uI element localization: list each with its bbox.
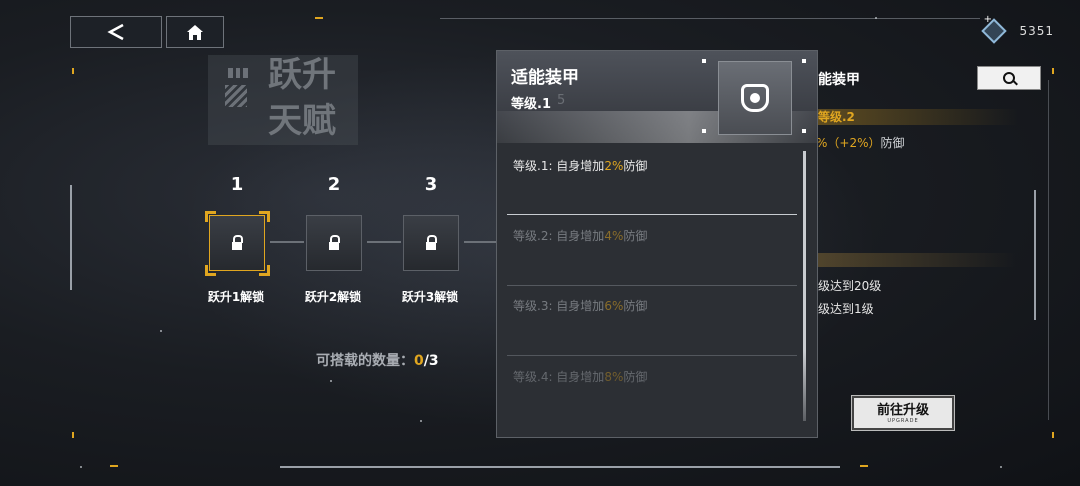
- frame-mark: [315, 17, 323, 19]
- detail-bonus: %（+2%）: [816, 136, 881, 150]
- frame-right-vert: [1048, 80, 1049, 420]
- detail-stat: 防御: [880, 136, 905, 150]
- frame-dot: [702, 129, 706, 133]
- level-row: 等级.3: 自身增加6%防御: [513, 297, 647, 314]
- detail-level: 等级.2: [816, 109, 1018, 125]
- frame-mark: [1052, 432, 1054, 438]
- frame-dot: [875, 17, 877, 19]
- plus-icon[interactable]: +: [984, 14, 992, 25]
- upgrade-sublabel: UPGRADE: [887, 417, 919, 424]
- title-bars-decoration: [228, 68, 249, 78]
- frame-dot: [80, 466, 82, 468]
- slot-label: 跃升3解锁: [401, 290, 459, 304]
- talent-name: 适能装甲: [511, 68, 579, 88]
- level-list[interactable]: 等级.1: 自身增加2%防御 等级.2: 自身增加4%防御 等级.3: 自身增加…: [497, 143, 817, 437]
- slot-connector: [464, 241, 496, 243]
- selection-corner: [205, 265, 216, 276]
- star-dot: [330, 380, 332, 382]
- currency-value: 5351: [1019, 24, 1054, 38]
- lock-icon: [232, 235, 243, 250]
- level-row: 等级.1: 自身增加2%防御: [513, 157, 647, 174]
- page-title-line2: 天赋: [268, 101, 336, 141]
- level-row-value: 4%: [604, 229, 624, 243]
- slot-connector: [367, 241, 401, 243]
- condition-1: 级达到20级: [818, 279, 882, 293]
- level-row-text: 等级.1: 自身增加: [513, 159, 605, 173]
- talent-slot-1[interactable]: [209, 215, 265, 271]
- currency-display: 5351: [981, 18, 1054, 44]
- selection-corner: [259, 211, 270, 222]
- magnifier-icon: [1003, 72, 1015, 84]
- row-separator: [507, 214, 797, 215]
- level-row-text: 等级.3: 自身增加: [513, 299, 605, 313]
- frame-mark: [110, 465, 118, 467]
- upgrade-button[interactable]: 前往升级 UPGRADE: [851, 395, 955, 431]
- talent-slot-3[interactable]: [403, 215, 459, 271]
- star-dot: [420, 420, 422, 422]
- detail-title: 能装甲: [818, 72, 860, 88]
- slot-number: 3: [424, 174, 438, 195]
- level-row: 等级.4: 自身增加8%防御: [513, 368, 647, 385]
- level-row-stat: 防御: [623, 370, 648, 384]
- chevron-left-icon: [107, 23, 124, 41]
- detail-description: %（+2%）防御: [816, 134, 905, 151]
- capacity-label: 可搭载的数量：: [316, 353, 414, 369]
- row-separator: [507, 355, 797, 356]
- capacity-current: 0: [414, 353, 424, 369]
- slot-connector: [270, 241, 304, 243]
- level-row-stat: 防御: [623, 299, 648, 313]
- frame-dot: [802, 129, 806, 133]
- talent-popup: 适能装甲 等级.1 5 等级.1: 自身增加2%防御 等级.2: 自身增加4%防…: [496, 50, 818, 438]
- capacity-total: 3: [428, 353, 439, 369]
- frame-dot: [702, 59, 706, 63]
- slot-number: 2: [327, 174, 341, 195]
- frame-left-line: [70, 185, 72, 290]
- capacity-counter: 可搭载的数量：0/3: [316, 350, 439, 370]
- selection-corner: [205, 211, 216, 222]
- frame-bottom-line: [280, 466, 840, 468]
- selection-corner: [259, 265, 270, 276]
- level-row-stat: 防御: [623, 229, 648, 243]
- talent-icon-frame: [718, 61, 792, 135]
- frame-dot: [802, 59, 806, 63]
- title-stripes-decoration: [225, 85, 247, 107]
- scrollbar[interactable]: [803, 151, 806, 421]
- inspect-button[interactable]: [977, 66, 1041, 90]
- star-dot: [160, 330, 162, 332]
- talent-slot-2[interactable]: [306, 215, 362, 271]
- level-row-value: 6%: [604, 299, 624, 313]
- level-row: 等级.2: 自身增加4%防御: [513, 227, 647, 244]
- slot-label: 跃升1解锁: [207, 290, 265, 304]
- level-row-value: 8%: [604, 370, 624, 384]
- armor-shield-icon: [738, 81, 772, 115]
- frame-right-line: [1034, 190, 1036, 320]
- frame-top-line: [440, 18, 980, 19]
- frame-mark: [860, 465, 868, 467]
- home-button[interactable]: [166, 16, 224, 48]
- slot-label: 跃升2解锁: [304, 290, 362, 304]
- talent-level: 等级.1: [511, 97, 551, 112]
- back-button[interactable]: [70, 16, 162, 48]
- level-row-stat: 防御: [623, 159, 648, 173]
- frame-mark: [72, 432, 74, 438]
- popup-header: 适能装甲 等级.1 5: [497, 51, 817, 143]
- slot-number: 1: [230, 174, 244, 195]
- lock-icon: [426, 235, 437, 250]
- talent-level-ghost: 5: [557, 93, 566, 108]
- upgrade-label: 前往升级: [876, 402, 929, 418]
- frame-dot: [1000, 466, 1002, 468]
- frame-mark: [1052, 68, 1054, 74]
- frame-mark: [72, 68, 74, 74]
- level-row-text: 等级.4: 自身增加: [513, 370, 605, 384]
- level-row-text: 等级.2: 自身增加: [513, 229, 605, 243]
- page-title-line1: 跃升: [268, 55, 336, 95]
- row-separator: [507, 285, 797, 286]
- condition-2: 级达到1级: [818, 302, 874, 316]
- lock-icon: [329, 235, 340, 250]
- conditions-header: [816, 253, 1016, 267]
- home-icon: [187, 25, 203, 40]
- level-row-value: 2%: [604, 159, 624, 173]
- page-title: 跃升 天赋: [268, 52, 336, 144]
